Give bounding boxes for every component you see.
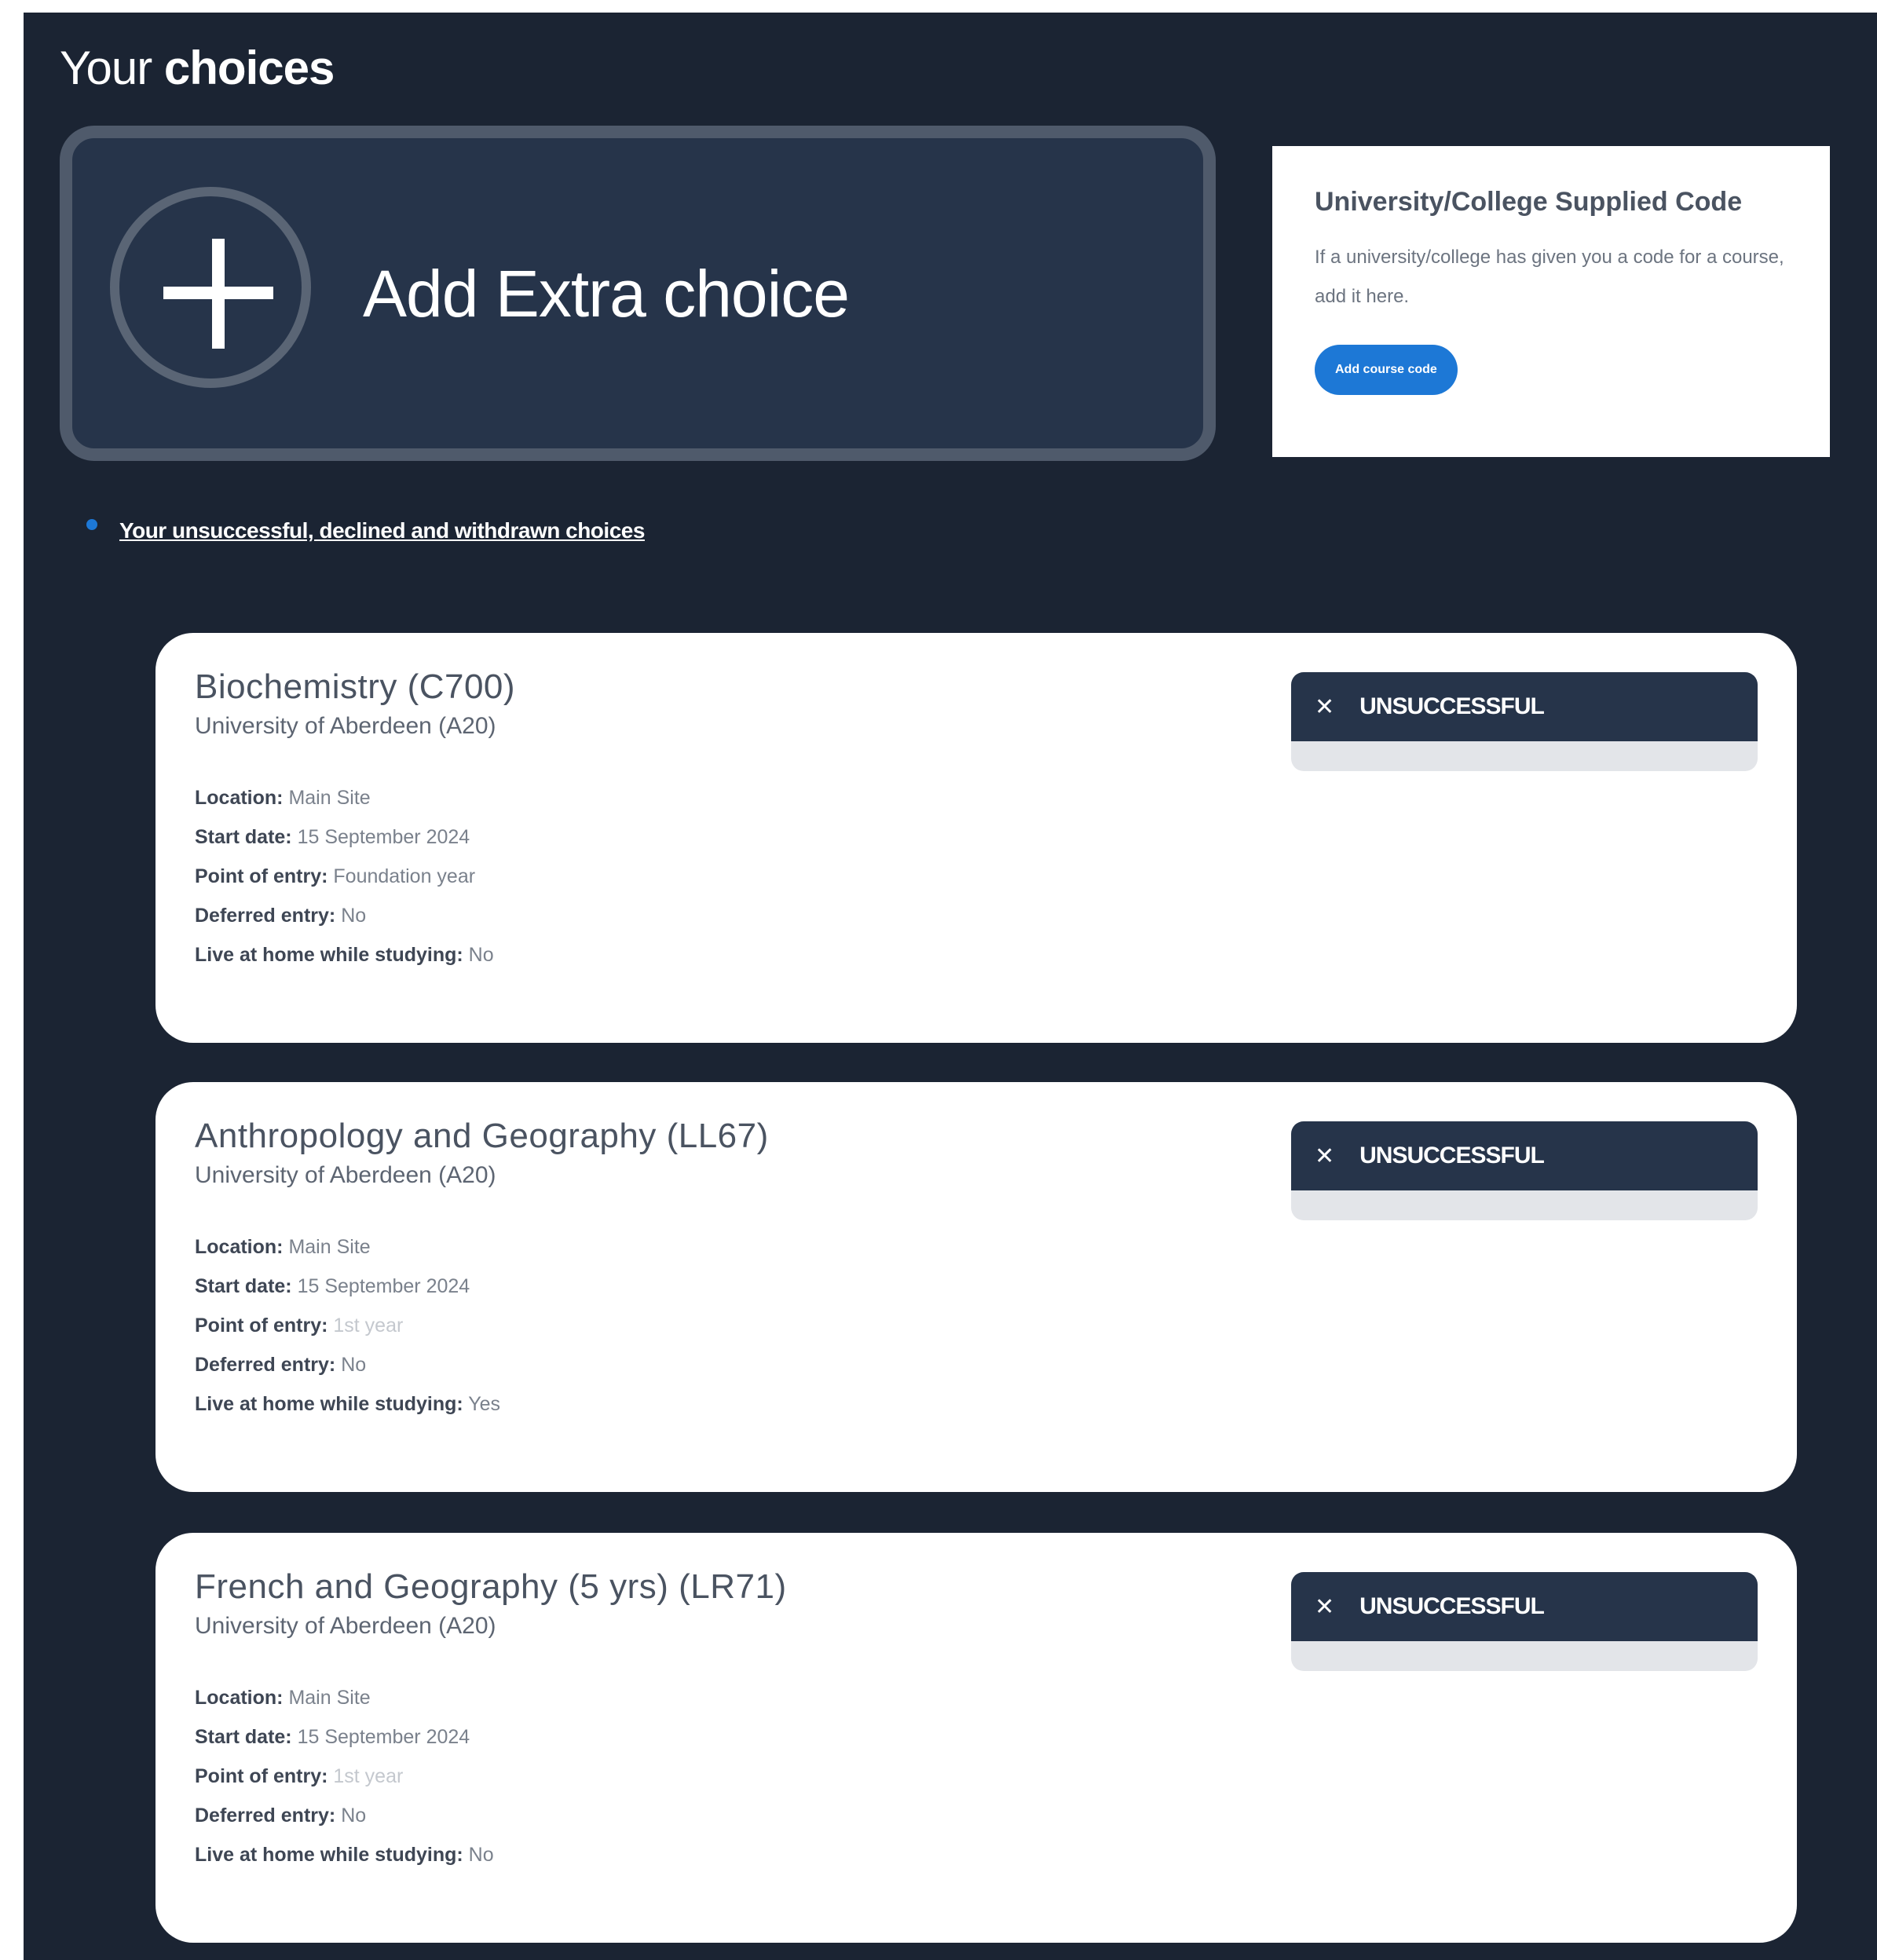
- choice-details: Location: Main Site Start date: 15 Septe…: [195, 1687, 494, 1883]
- detail-start-date: Start date: 15 September 2024: [195, 1275, 470, 1297]
- detail-deferred-entry: Deferred entry: No: [195, 905, 367, 927]
- choice-title: Anthropology and Geography (LL67): [195, 1117, 769, 1155]
- choice-university: University of Aberdeen (A20): [195, 1162, 496, 1188]
- choice-university: University of Aberdeen (A20): [195, 713, 496, 739]
- detail-deferred-entry: Deferred entry: No: [195, 1805, 367, 1827]
- detail-deferred-entry: Deferred entry: No: [195, 1354, 367, 1376]
- detail-location: Location: Main Site: [195, 1236, 371, 1258]
- status-badge-container: ✕ UNSUCCESSFUL: [1291, 1121, 1758, 1220]
- add-extra-choice-button[interactable]: Add Extra choice: [60, 126, 1216, 461]
- detail-location: Location: Main Site: [195, 1687, 371, 1709]
- unsuccessful-choices-link[interactable]: Your unsuccessful, declined and withdraw…: [86, 518, 645, 543]
- page-title-bold: choices: [163, 42, 335, 94]
- add-extra-choice-label: Add Extra choice: [363, 257, 850, 331]
- supplied-code-description: If a university/college has given you a …: [1315, 247, 1784, 307]
- detail-live-at-home: Live at home while studying: No: [195, 944, 494, 966]
- choice-card: Anthropology and Geography (LL67) Univer…: [156, 1082, 1797, 1492]
- detail-location: Location: Main Site: [195, 787, 371, 809]
- detail-start-date: Start date: 15 September 2024: [195, 1726, 470, 1748]
- close-icon: ✕: [1315, 1143, 1335, 1169]
- choice-title: French and Geography (5 yrs) (LR71): [195, 1567, 787, 1606]
- status-badge: ✕ UNSUCCESSFUL: [1291, 1572, 1758, 1641]
- status-badge-container: ✕ UNSUCCESSFUL: [1291, 672, 1758, 771]
- add-course-code-button[interactable]: Add course code: [1315, 345, 1458, 395]
- status-text: UNSUCCESSFUL: [1359, 693, 1545, 719]
- close-icon: ✕: [1315, 1593, 1335, 1620]
- detail-live-at-home: Live at home while studying: Yes: [195, 1393, 501, 1415]
- choice-details: Location: Main Site Start date: 15 Septe…: [195, 1236, 500, 1432]
- choice-card: Biochemistry (C700) University of Aberde…: [156, 633, 1797, 1043]
- status-badge: ✕ UNSUCCESSFUL: [1291, 1121, 1758, 1190]
- unsuccessful-choices-link-text: Your unsuccessful, declined and withdraw…: [119, 518, 645, 543]
- status-badge: ✕ UNSUCCESSFUL: [1291, 672, 1758, 741]
- detail-start-date: Start date: 15 September 2024: [195, 826, 470, 848]
- supplied-code-card: University/College Supplied Code If a un…: [1272, 146, 1830, 457]
- status-text: UNSUCCESSFUL: [1359, 1143, 1545, 1168]
- choice-details: Location: Main Site Start date: 15 Septe…: [195, 787, 494, 983]
- supplied-code-title: University/College Supplied Code: [1315, 187, 1743, 217]
- plus-icon: [110, 187, 311, 388]
- bullet-icon: [86, 519, 97, 530]
- page-title: Your choices: [60, 41, 335, 95]
- detail-point-of-entry: Point of entry: Foundation year: [195, 865, 476, 887]
- choice-university: University of Aberdeen (A20): [195, 1613, 496, 1639]
- detail-point-of-entry: Point of entry: 1st year: [195, 1315, 404, 1337]
- choice-title: Biochemistry (C700): [195, 667, 516, 706]
- choice-card: French and Geography (5 yrs) (LR71) Univ…: [156, 1533, 1797, 1943]
- status-text: UNSUCCESSFUL: [1359, 1593, 1545, 1619]
- status-badge-container: ✕ UNSUCCESSFUL: [1291, 1572, 1758, 1671]
- detail-live-at-home: Live at home while studying: No: [195, 1844, 494, 1866]
- detail-point-of-entry: Point of entry: 1st year: [195, 1765, 404, 1787]
- page-title-light: Your: [60, 42, 152, 94]
- close-icon: ✕: [1315, 693, 1335, 720]
